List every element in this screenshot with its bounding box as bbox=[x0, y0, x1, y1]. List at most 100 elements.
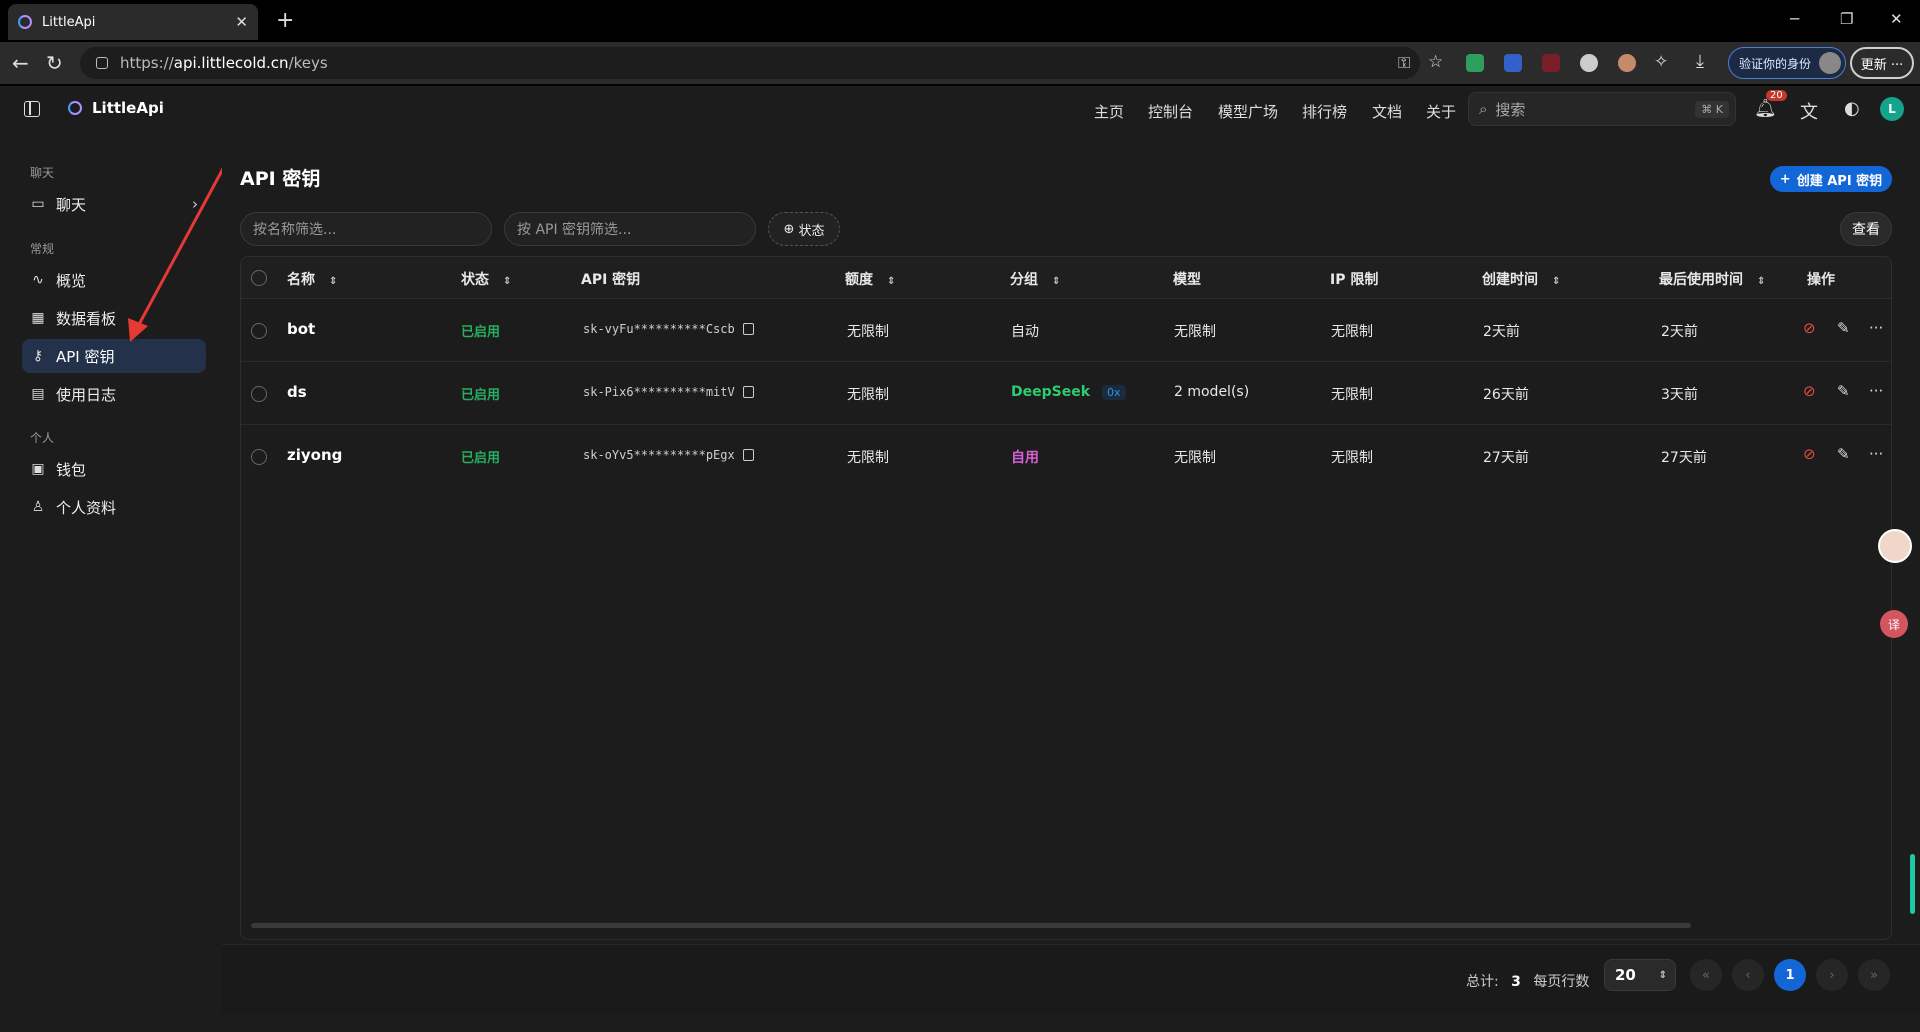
plus-circle-icon: ⊕ bbox=[783, 221, 795, 237]
model-cell: 无限制 bbox=[1174, 450, 1216, 466]
more-options-icon[interactable]: ··· bbox=[1869, 445, 1883, 463]
sidebar-item-label: API 密钥 bbox=[56, 347, 115, 366]
nav-models[interactable]: 模型广场 bbox=[1218, 101, 1278, 122]
sidebar-item-wallet[interactable]: ▣ 钱包 bbox=[22, 452, 206, 486]
chat-icon: ▭ bbox=[31, 196, 45, 212]
more-options-icon[interactable]: ··· bbox=[1869, 319, 1883, 337]
total-count: 总计: 3 每页行数 bbox=[1466, 974, 1590, 990]
update-button[interactable]: 更新 ··· bbox=[1850, 47, 1914, 79]
url-input[interactable]: https://api.littlecold.cn/keys bbox=[80, 47, 1420, 79]
nav-leaderboard[interactable]: 排行榜 bbox=[1302, 101, 1347, 122]
extension-3-icon[interactable] bbox=[1542, 54, 1560, 72]
column-api-key: API 密钥 bbox=[581, 272, 641, 288]
create-api-key-button[interactable]: + 创建 API 密钥 bbox=[1770, 166, 1892, 192]
column-group[interactable]: 分组 ⇕ bbox=[1010, 269, 1060, 289]
last-page-button[interactable]: » bbox=[1858, 959, 1890, 991]
page-size-value: 20 bbox=[1615, 966, 1636, 984]
prev-page-button[interactable]: ‹ bbox=[1732, 959, 1764, 991]
key-filter-input[interactable]: 按 API 密钥筛选... bbox=[504, 212, 756, 246]
column-name[interactable]: 名称 ⇕ bbox=[287, 269, 337, 289]
column-actions: 操作 bbox=[1807, 272, 1835, 288]
floating-assistant-avatar[interactable] bbox=[1878, 529, 1912, 563]
column-last-used[interactable]: 最后使用时间 ⇕ bbox=[1659, 269, 1765, 289]
row-checkbox[interactable] bbox=[251, 386, 267, 402]
edit-icon[interactable]: ✎ bbox=[1837, 382, 1850, 400]
next-page-button[interactable]: › bbox=[1816, 959, 1848, 991]
more-options-icon[interactable]: ··· bbox=[1869, 382, 1883, 400]
extension-4-icon[interactable] bbox=[1580, 54, 1598, 72]
page-size-select[interactable]: 20 ⇕ bbox=[1604, 959, 1676, 991]
column-created[interactable]: 创建时间 ⇕ bbox=[1482, 269, 1560, 289]
extension-1-icon[interactable] bbox=[1466, 54, 1484, 72]
verify-identity-button[interactable]: 验证你的身份 bbox=[1728, 47, 1846, 79]
row-checkbox[interactable] bbox=[251, 323, 267, 339]
password-key-icon[interactable]: ⚿ bbox=[1398, 53, 1410, 73]
page-title: API 密钥 bbox=[240, 168, 321, 190]
browser-tab[interactable]: LittleApi ✕ bbox=[8, 4, 258, 40]
notification-bell-icon[interactable]: 🔔︎ bbox=[1754, 98, 1777, 119]
language-icon[interactable]: 文 bbox=[1800, 98, 1818, 124]
user-avatar[interactable]: L bbox=[1880, 97, 1904, 121]
key-name: ds bbox=[287, 383, 307, 401]
quota-cell: 无限制 bbox=[847, 387, 889, 403]
restore-icon[interactable]: ❐ bbox=[1840, 10, 1853, 28]
name-filter-input[interactable]: 按名称筛选... bbox=[240, 212, 492, 246]
extensions-puzzle-icon[interactable]: ✧ bbox=[1654, 52, 1668, 72]
minimize-icon[interactable]: ─ bbox=[1790, 10, 1799, 28]
sidebar: 聊天 ▭ 聊天 › 常规 ∿ 概览 ▦ 数据看板 ⚷ API 密钥 ▤ 使用日志… bbox=[0, 134, 234, 1032]
ip-limit-cell: 无限制 bbox=[1331, 387, 1373, 403]
back-icon[interactable]: ← bbox=[12, 51, 29, 75]
copy-icon[interactable] bbox=[742, 449, 754, 461]
sidebar-item-label: 数据看板 bbox=[56, 309, 117, 328]
view-options-button[interactable]: 查看 bbox=[1840, 212, 1892, 246]
table-row: ziyong 已启用 sk-oYv5**********pEgx 无限制 自用 … bbox=[241, 425, 1891, 488]
group-cell: DeepSeek 0x bbox=[1011, 384, 1126, 400]
search-input[interactable]: ⌕ 搜索 ⌘ K bbox=[1468, 92, 1736, 126]
site-favicon-icon bbox=[18, 15, 32, 29]
nav-docs[interactable]: 文档 bbox=[1372, 101, 1402, 122]
main-content: API 密钥 + 创建 API 密钥 按名称筛选... 按 API 密钥筛选..… bbox=[222, 134, 1920, 1032]
sidebar-item-profile[interactable]: ♙ 个人资料 bbox=[22, 490, 206, 524]
theme-palette-icon[interactable]: ◐ bbox=[1844, 98, 1860, 119]
pagination-bar: 总计: 3 每页行数 20 ⇕ « ‹ 1 › » bbox=[222, 944, 1920, 1014]
download-icon[interactable]: ⤓ bbox=[1696, 51, 1704, 72]
brand-name[interactable]: LittleApi bbox=[92, 99, 164, 117]
new-tab-icon[interactable]: + bbox=[276, 8, 294, 33]
sidebar-item-label: 个人资料 bbox=[56, 498, 117, 517]
page-scrollbar[interactable] bbox=[1910, 854, 1915, 914]
nav-home[interactable]: 主页 bbox=[1094, 101, 1124, 122]
sidebar-toggle-icon[interactable] bbox=[24, 101, 40, 117]
status-filter-button[interactable]: ⊕ 状态 bbox=[768, 212, 840, 246]
first-page-button[interactable]: « bbox=[1690, 959, 1722, 991]
group-ratio-badge: 0x bbox=[1102, 385, 1126, 400]
copy-icon[interactable] bbox=[742, 323, 754, 335]
edit-icon[interactable]: ✎ bbox=[1837, 445, 1850, 463]
sidebar-item-usage-logs[interactable]: ▤ 使用日志 bbox=[22, 377, 206, 411]
refresh-icon[interactable]: ↻ bbox=[46, 51, 63, 75]
close-window-icon[interactable]: ✕ bbox=[1890, 10, 1903, 28]
sort-icon: ⇕ bbox=[1757, 276, 1766, 287]
page-button-current[interactable]: 1 bbox=[1774, 959, 1806, 991]
extension-5-icon[interactable] bbox=[1618, 54, 1636, 72]
edit-icon[interactable]: ✎ bbox=[1837, 319, 1850, 337]
extension-2-icon[interactable] bbox=[1504, 54, 1522, 72]
close-tab-icon[interactable]: ✕ bbox=[235, 13, 248, 31]
copy-icon[interactable] bbox=[742, 386, 754, 398]
nav-console[interactable]: 控制台 bbox=[1148, 101, 1193, 122]
favorite-star-icon[interactable]: ☆ bbox=[1428, 52, 1443, 72]
disable-key-icon[interactable]: ⊘ bbox=[1803, 445, 1816, 463]
select-all-checkbox[interactable] bbox=[251, 270, 267, 286]
search-placeholder: 搜索 bbox=[1495, 100, 1526, 119]
floating-translate-icon[interactable]: 译 bbox=[1880, 610, 1908, 638]
key-name: bot bbox=[287, 320, 316, 338]
disable-key-icon[interactable]: ⊘ bbox=[1803, 382, 1816, 400]
nav-about[interactable]: 关于 bbox=[1426, 101, 1456, 122]
site-info-icon[interactable] bbox=[96, 57, 108, 69]
column-status[interactable]: 状态 ⇕ bbox=[461, 269, 511, 289]
api-key-cell: sk-oYv5**********pEgx bbox=[583, 447, 754, 463]
column-quota[interactable]: 额度 ⇕ bbox=[845, 269, 895, 289]
horizontal-scrollbar[interactable] bbox=[251, 923, 1691, 928]
disable-key-icon[interactable]: ⊘ bbox=[1803, 319, 1816, 337]
row-checkbox[interactable] bbox=[251, 449, 267, 465]
status-badge: 已启用 bbox=[461, 325, 501, 340]
